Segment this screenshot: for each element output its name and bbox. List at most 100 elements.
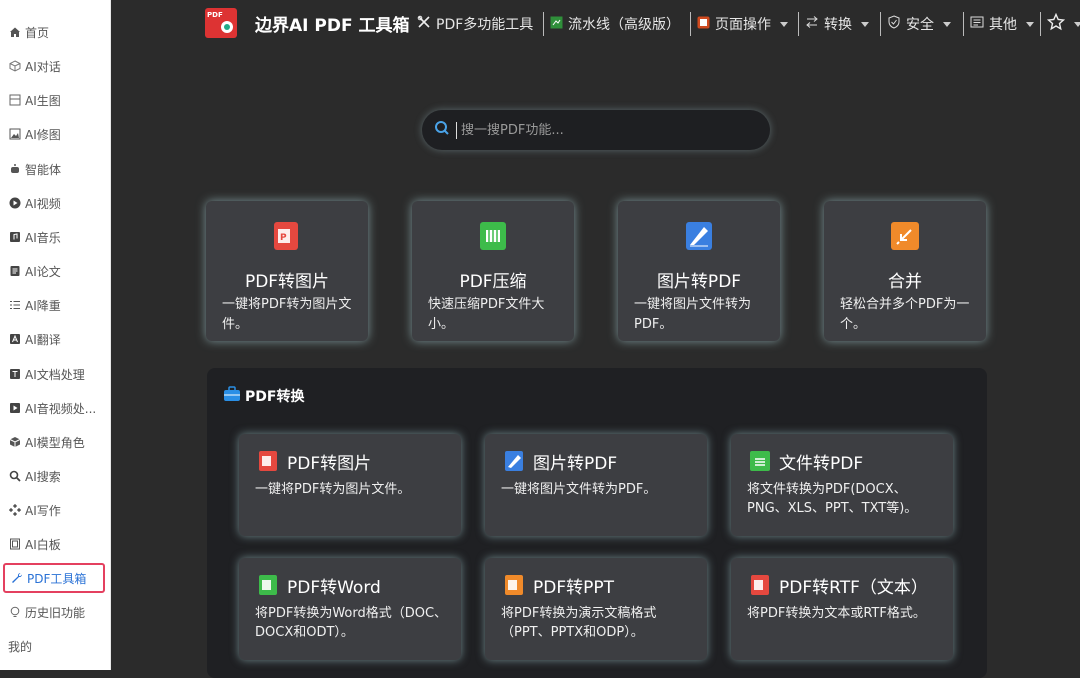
compress-icon	[480, 222, 506, 250]
cube-icon	[8, 60, 21, 73]
pages-icon	[697, 16, 710, 33]
shield-icon	[887, 15, 901, 33]
wrench-icon	[10, 572, 23, 585]
tool-title: 文件转PDF	[779, 454, 864, 474]
tool-title: 图片转PDF	[533, 454, 618, 474]
section-title: PDF转换	[223, 386, 304, 406]
sidebar-item-ai-writing[interactable]: AI写作	[8, 498, 104, 522]
chevron-down-icon	[780, 21, 788, 27]
feature-title: PDF转图片	[244, 272, 330, 292]
sidebar-item-home[interactable]: 首页	[8, 20, 104, 44]
sidebar-item-mine[interactable]: 我的	[8, 634, 104, 658]
star-icon	[1046, 12, 1066, 35]
tool-title: PDF转图片	[287, 454, 372, 474]
rtf-icon	[751, 575, 769, 595]
nav-convert[interactable]: 转换	[798, 0, 869, 48]
sidebar-item-ai-chat[interactable]: AI对话	[8, 54, 104, 78]
tool-card-pdf-to-ppt[interactable]: PDF转PPT 将PDF转换为演示文稿格式（PPT、PPTX和ODP）。	[485, 558, 707, 660]
tool-card-pdf-to-image[interactable]: PDF转图片 一键将PDF转为图片文件。	[239, 434, 461, 536]
pdf-logo: PDF	[205, 8, 237, 38]
tool-card-file-to-pdf[interactable]: 文件转PDF 将文件转换为PDF(DOCX、PNG、XLS、PPT、TXT等)。	[731, 434, 953, 536]
home-icon	[8, 26, 21, 39]
sidebar-item-ai-music[interactable]: AI音乐	[8, 225, 104, 249]
image-pdf-icon	[505, 451, 523, 471]
search-box[interactable]	[422, 110, 770, 150]
feature-card-pdf-compress[interactable]: PDF压缩 快速压缩PDF文件大小。	[412, 201, 574, 341]
sidebar-item-label: AI修图	[25, 127, 61, 142]
tool-card-pdf-to-rtf[interactable]: PDF转RTF（文本） 将PDF转换为文本或RTF格式。	[731, 558, 953, 660]
pdf-image-icon	[259, 451, 277, 471]
feature-title: PDF压缩	[459, 272, 527, 292]
sidebar-item-ai-image[interactable]: AI生图	[8, 88, 104, 112]
merge-icon	[891, 222, 919, 250]
tool-desc: 将PDF转换为文本或RTF格式。	[747, 606, 926, 621]
nav-security[interactable]: 安全	[880, 0, 951, 48]
tool-card-image-to-pdf[interactable]: 图片转PDF 一键将图片文件转为PDF。	[485, 434, 707, 536]
sidebar-item-label: AI音乐	[25, 230, 61, 245]
feature-card-merge[interactable]: 合并 轻松合并多个PDF为一个。	[824, 201, 986, 341]
search-input[interactable]	[456, 121, 753, 139]
brand-title[interactable]: 边界AI PDF 工具箱	[255, 11, 410, 36]
sidebar-item-agent[interactable]: 智能体	[8, 157, 104, 181]
text-doc-icon	[8, 368, 21, 381]
tool-desc: 一键将PDF转为图片文件。	[255, 482, 411, 497]
play-circle-icon	[8, 197, 21, 210]
sidebar-item-ai-paper[interactable]: AI论文	[8, 259, 104, 283]
document-icon	[8, 265, 21, 278]
nav-pipeline[interactable]: 流水线（高级版）	[543, 0, 680, 48]
word-icon	[259, 575, 277, 595]
svg-text:P: P	[280, 233, 287, 243]
sidebar-item-ai-search[interactable]: AI搜索	[8, 464, 104, 488]
sidebar-item-label: PDF工具箱	[27, 571, 87, 586]
pdf-convert-section: PDF转换 PDF转图片 一键将PDF转为图片文件。 图片转PDF 一键将图片文…	[207, 368, 987, 678]
briefcase-icon	[223, 386, 241, 406]
whiteboard-icon	[8, 538, 21, 551]
sidebar-item-history[interactable]: 历史旧功能	[8, 600, 104, 624]
tool-title: PDF转PPT	[533, 578, 615, 598]
nav-page-ops[interactable]: 页面操作	[690, 0, 788, 48]
menu-icon	[970, 15, 984, 33]
feature-card-pdf-to-image[interactable]: P PDF转图片 一键将PDF转为图片文件。	[206, 201, 368, 341]
feature-card-image-to-pdf[interactable]: 图片转PDF 一键将图片文件转为PDF。	[618, 201, 780, 341]
tool-card-pdf-to-word[interactable]: PDF转Word 将PDF转换为Word格式（DOC、DOCX和ODT）。	[239, 558, 461, 660]
sidebar-item-label: 我的	[8, 639, 33, 654]
sidebar-item-label: AI降重	[25, 298, 61, 313]
sidebar-item-ai-doc[interactable]: AI文档处理	[8, 362, 104, 386]
translate-icon	[8, 333, 21, 346]
nav-other[interactable]: 其他	[963, 0, 1034, 48]
sidebar-item-ai-retouch[interactable]: AI修图	[8, 122, 104, 146]
picture-icon	[8, 128, 21, 141]
chevron-down-icon	[1026, 21, 1034, 27]
logo-text: PDF	[207, 11, 223, 19]
feature-desc: 轻松合并多个PDF为一个。	[840, 297, 970, 332]
feature-desc: 快速压缩PDF文件大小。	[428, 297, 545, 332]
sidebar-item-label: AI模型角色	[25, 435, 85, 450]
nav-label: 页面操作	[715, 17, 771, 33]
list-icon	[8, 299, 21, 312]
feature-title: 图片转PDF	[656, 272, 742, 292]
tool-desc: 将文件转换为PDF(DOCX、PNG、XLS、PPT、TXT等)。	[747, 482, 918, 516]
nav-pdf-tools[interactable]: PDF多功能工具	[417, 0, 533, 48]
sidebar-item-label: 首页	[25, 25, 50, 40]
sidebar-item-label: AI论文	[25, 264, 61, 279]
nav-label: PDF多功能工具	[436, 17, 534, 33]
file-icon	[750, 451, 770, 471]
sidebar-item-ai-whiteboard[interactable]: AI白板	[8, 532, 104, 556]
sidebar-item-ai-media[interactable]: AI音视频处...	[8, 396, 104, 420]
sidebar-item-ai-video[interactable]: AI视频	[8, 191, 104, 215]
sidebar-item-pdf-toolbox[interactable]: PDF工具箱	[3, 563, 105, 593]
feature-title: 合并	[888, 272, 922, 292]
box-icon	[8, 436, 21, 449]
sidebar-item-label: AI文档处理	[25, 367, 85, 382]
sidebar-item-label: AI生图	[25, 93, 61, 108]
top-navbar: PDF 边界AI PDF 工具箱 PDF多功能工具 流水线（高级版） 页面操作 …	[111, 0, 1080, 48]
nav-label: 其他	[989, 17, 1017, 33]
favorite-button[interactable]	[1040, 0, 1080, 48]
sidebar-item-ai-translate[interactable]: AI翻译	[8, 327, 104, 351]
sidebar-item-ai-rewrite[interactable]: AI降重	[8, 293, 104, 317]
sidebar-item-label: AI搜索	[25, 469, 61, 484]
sidebar-item-ai-model[interactable]: AI模型角色	[8, 430, 104, 454]
pdf-image-icon: P	[274, 222, 298, 250]
music-icon	[8, 231, 21, 244]
sidebar-item-label: AI白板	[25, 537, 61, 552]
